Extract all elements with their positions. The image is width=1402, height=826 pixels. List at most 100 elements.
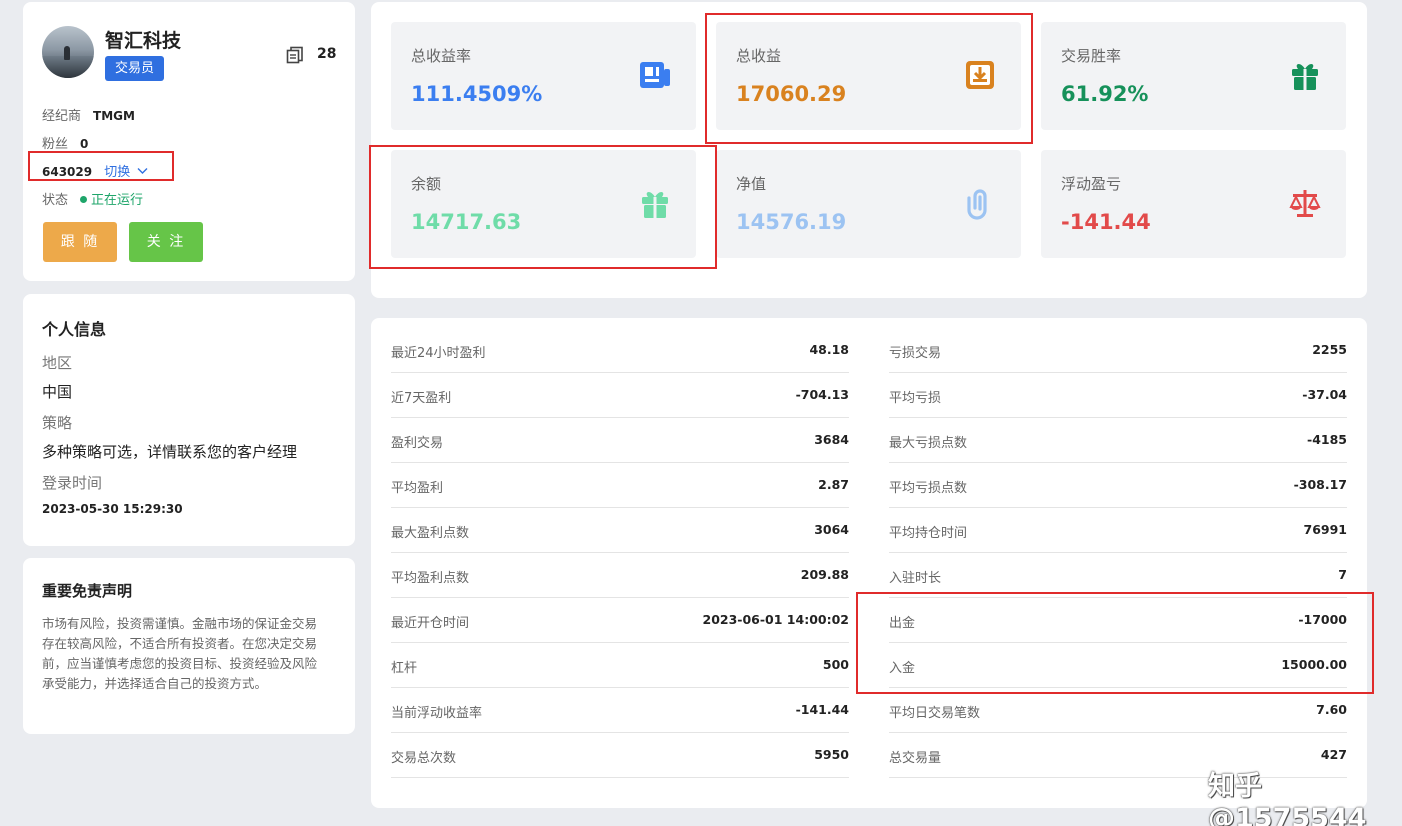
disclaimer-card: 重要免责声明 市场有风险，投资需谨慎。金融市场的保证金交易存在较高风险，不适合所…	[23, 558, 355, 734]
follow-button[interactable]: 跟 随	[43, 222, 117, 262]
status-dot-icon	[80, 196, 88, 203]
detail-row: 平均日交易笔数 7.60	[889, 688, 1347, 733]
detail-label: 出金	[889, 616, 916, 631]
detail-label: 最大盈利点数	[391, 526, 470, 541]
stat-label: 总收益	[736, 47, 782, 65]
detail-value: 500	[822, 657, 849, 672]
detail-row: 平均持仓时间 76991	[889, 508, 1347, 553]
status-label: 状态	[42, 193, 69, 208]
detail-value: 7.60	[1316, 702, 1347, 717]
switch-account-button[interactable]: 切换	[104, 165, 148, 180]
fans-row: 粉丝 0	[42, 133, 88, 152]
detail-value: -308.17	[1293, 477, 1347, 492]
news-icon	[640, 62, 670, 88]
avatar[interactable]	[42, 26, 94, 78]
trader-name: 智汇科技	[105, 30, 182, 52]
detail-value: 76991	[1303, 522, 1348, 537]
detail-value: 3684	[814, 432, 849, 447]
stat-total-profit: 总收益 17060.29	[716, 22, 1021, 130]
detail-row: 近7天盈利 -704.13	[391, 373, 849, 418]
watermark: 知乎 @1575544	[1208, 771, 1367, 826]
detail-row: 盈利交易 3684	[391, 418, 849, 463]
region-value: 中国	[42, 383, 73, 401]
detail-row: 最大盈利点数 3064	[391, 508, 849, 553]
stat-value: 17060.29	[736, 82, 847, 106]
detail-label: 入金	[889, 661, 916, 676]
download-box-icon	[966, 61, 994, 89]
detail-row: 当前浮动收益率 -141.44	[391, 688, 849, 733]
detail-row: 杠杆 500	[391, 643, 849, 688]
detail-value: 15000.00	[1281, 657, 1347, 672]
detail-value: -37.04	[1302, 387, 1347, 402]
detail-label: 平均日交易笔数	[889, 706, 981, 721]
fans-value: 0	[80, 137, 89, 151]
stats-card: 总收益率 111.4509% 总收益 17060.29 交易胜率 61.92%	[371, 2, 1367, 298]
gift-icon	[642, 192, 668, 218]
paperclip-icon	[967, 189, 987, 220]
detail-row: 平均亏损点数 -308.17	[889, 463, 1347, 508]
detail-label: 亏损交易	[889, 346, 942, 361]
detail-value: -4185	[1307, 432, 1347, 447]
detail-value: -141.44	[795, 702, 849, 717]
detail-label: 平均盈利	[391, 481, 444, 496]
scale-icon	[1289, 190, 1321, 217]
detail-label: 盈利交易	[391, 436, 444, 451]
broker-label: 经纪商	[42, 109, 82, 124]
stat-balance: 余额 14717.63	[391, 150, 696, 258]
broker-row: 经纪商 TMGM	[42, 105, 135, 124]
detail-stats-card: 最近24小时盈利 48.18 近7天盈利 -704.13 盈利交易 3684 平均盈利 2.8…	[371, 318, 1367, 808]
status-value: 正在运行	[91, 193, 144, 208]
profile-card: 智汇科技 交易员 28 经纪商 TMGM 粉丝 0 643029 切换 状态 正在运行…	[23, 2, 355, 281]
stat-value: 14717.63	[411, 210, 522, 234]
detail-value: -704.13	[795, 387, 849, 402]
stat-net-value: 净值 14576.19	[716, 150, 1021, 258]
detail-label: 当前浮动收益率	[391, 706, 483, 721]
stat-win-rate: 交易胜率 61.92%	[1041, 22, 1346, 130]
detail-label: 最大亏损点数	[889, 436, 968, 451]
document-copy-icon[interactable]	[286, 46, 304, 64]
strategy-label: 策略	[42, 414, 73, 432]
login-time-label: 登录时间	[42, 474, 103, 492]
stat-value: 111.4509%	[411, 82, 543, 106]
detail-label: 平均持仓时间	[889, 526, 968, 541]
stat-label: 浮动盈亏	[1061, 175, 1122, 193]
detail-row: 最大亏损点数 -4185	[889, 418, 1347, 463]
chevron-down-icon	[137, 168, 148, 174]
stat-value: 61.92%	[1061, 82, 1149, 106]
detail-row: 平均盈利 2.87	[391, 463, 849, 508]
status-row: 状态 正在运行	[42, 189, 143, 208]
fans-label: 粉丝	[42, 137, 69, 152]
stat-value: -141.44	[1061, 210, 1151, 234]
stat-label: 总收益率	[411, 47, 472, 65]
detail-label: 总交易量	[889, 751, 942, 766]
detail-label: 杠杆	[391, 661, 418, 676]
detail-value: -17000	[1298, 612, 1347, 627]
detail-row: 最近开仓时间 2023-06-01 14:00:02	[391, 598, 849, 643]
personal-info-title: 个人信息	[42, 320, 107, 339]
detail-label: 平均亏损	[889, 391, 942, 406]
broker-value: TMGM	[93, 109, 135, 123]
stat-total-return-rate: 总收益率 111.4509%	[391, 22, 696, 130]
disclaimer-title: 重要免责声明	[42, 582, 133, 600]
document-count: 28	[317, 46, 337, 62]
disclaimer-text: 市场有风险，投资需谨慎。金融市场的保证金交易存在较高风险，不适合所有投资者。在您…	[42, 616, 318, 691]
detail-value: 2255	[1312, 342, 1347, 357]
stat-label: 余额	[411, 175, 442, 193]
detail-label: 最近开仓时间	[391, 616, 470, 631]
stat-label: 交易胜率	[1061, 47, 1122, 65]
detail-row: 交易总次数 5950	[391, 733, 849, 778]
detail-row: 平均盈利点数 209.88	[391, 553, 849, 598]
watch-button[interactable]: 关 注	[129, 222, 203, 262]
detail-label: 平均盈利点数	[391, 571, 470, 586]
stat-floating-pnl: 浮动盈亏 -141.44	[1041, 150, 1346, 258]
detail-label: 近7天盈利	[391, 391, 452, 406]
detail-value: 2023-06-01 14:00:02	[702, 612, 850, 627]
detail-label: 最近24小时盈利	[391, 346, 486, 361]
detail-value: 209.88	[800, 567, 849, 582]
detail-row: 最近24小时盈利 48.18	[391, 328, 849, 373]
detail-row: 亏损交易 2255	[889, 328, 1347, 373]
account-number: 643029	[42, 165, 93, 179]
account-row: 643029 切换	[42, 161, 148, 180]
detail-row: 出金 -17000	[889, 598, 1347, 643]
detail-value: 2.87	[818, 477, 849, 492]
